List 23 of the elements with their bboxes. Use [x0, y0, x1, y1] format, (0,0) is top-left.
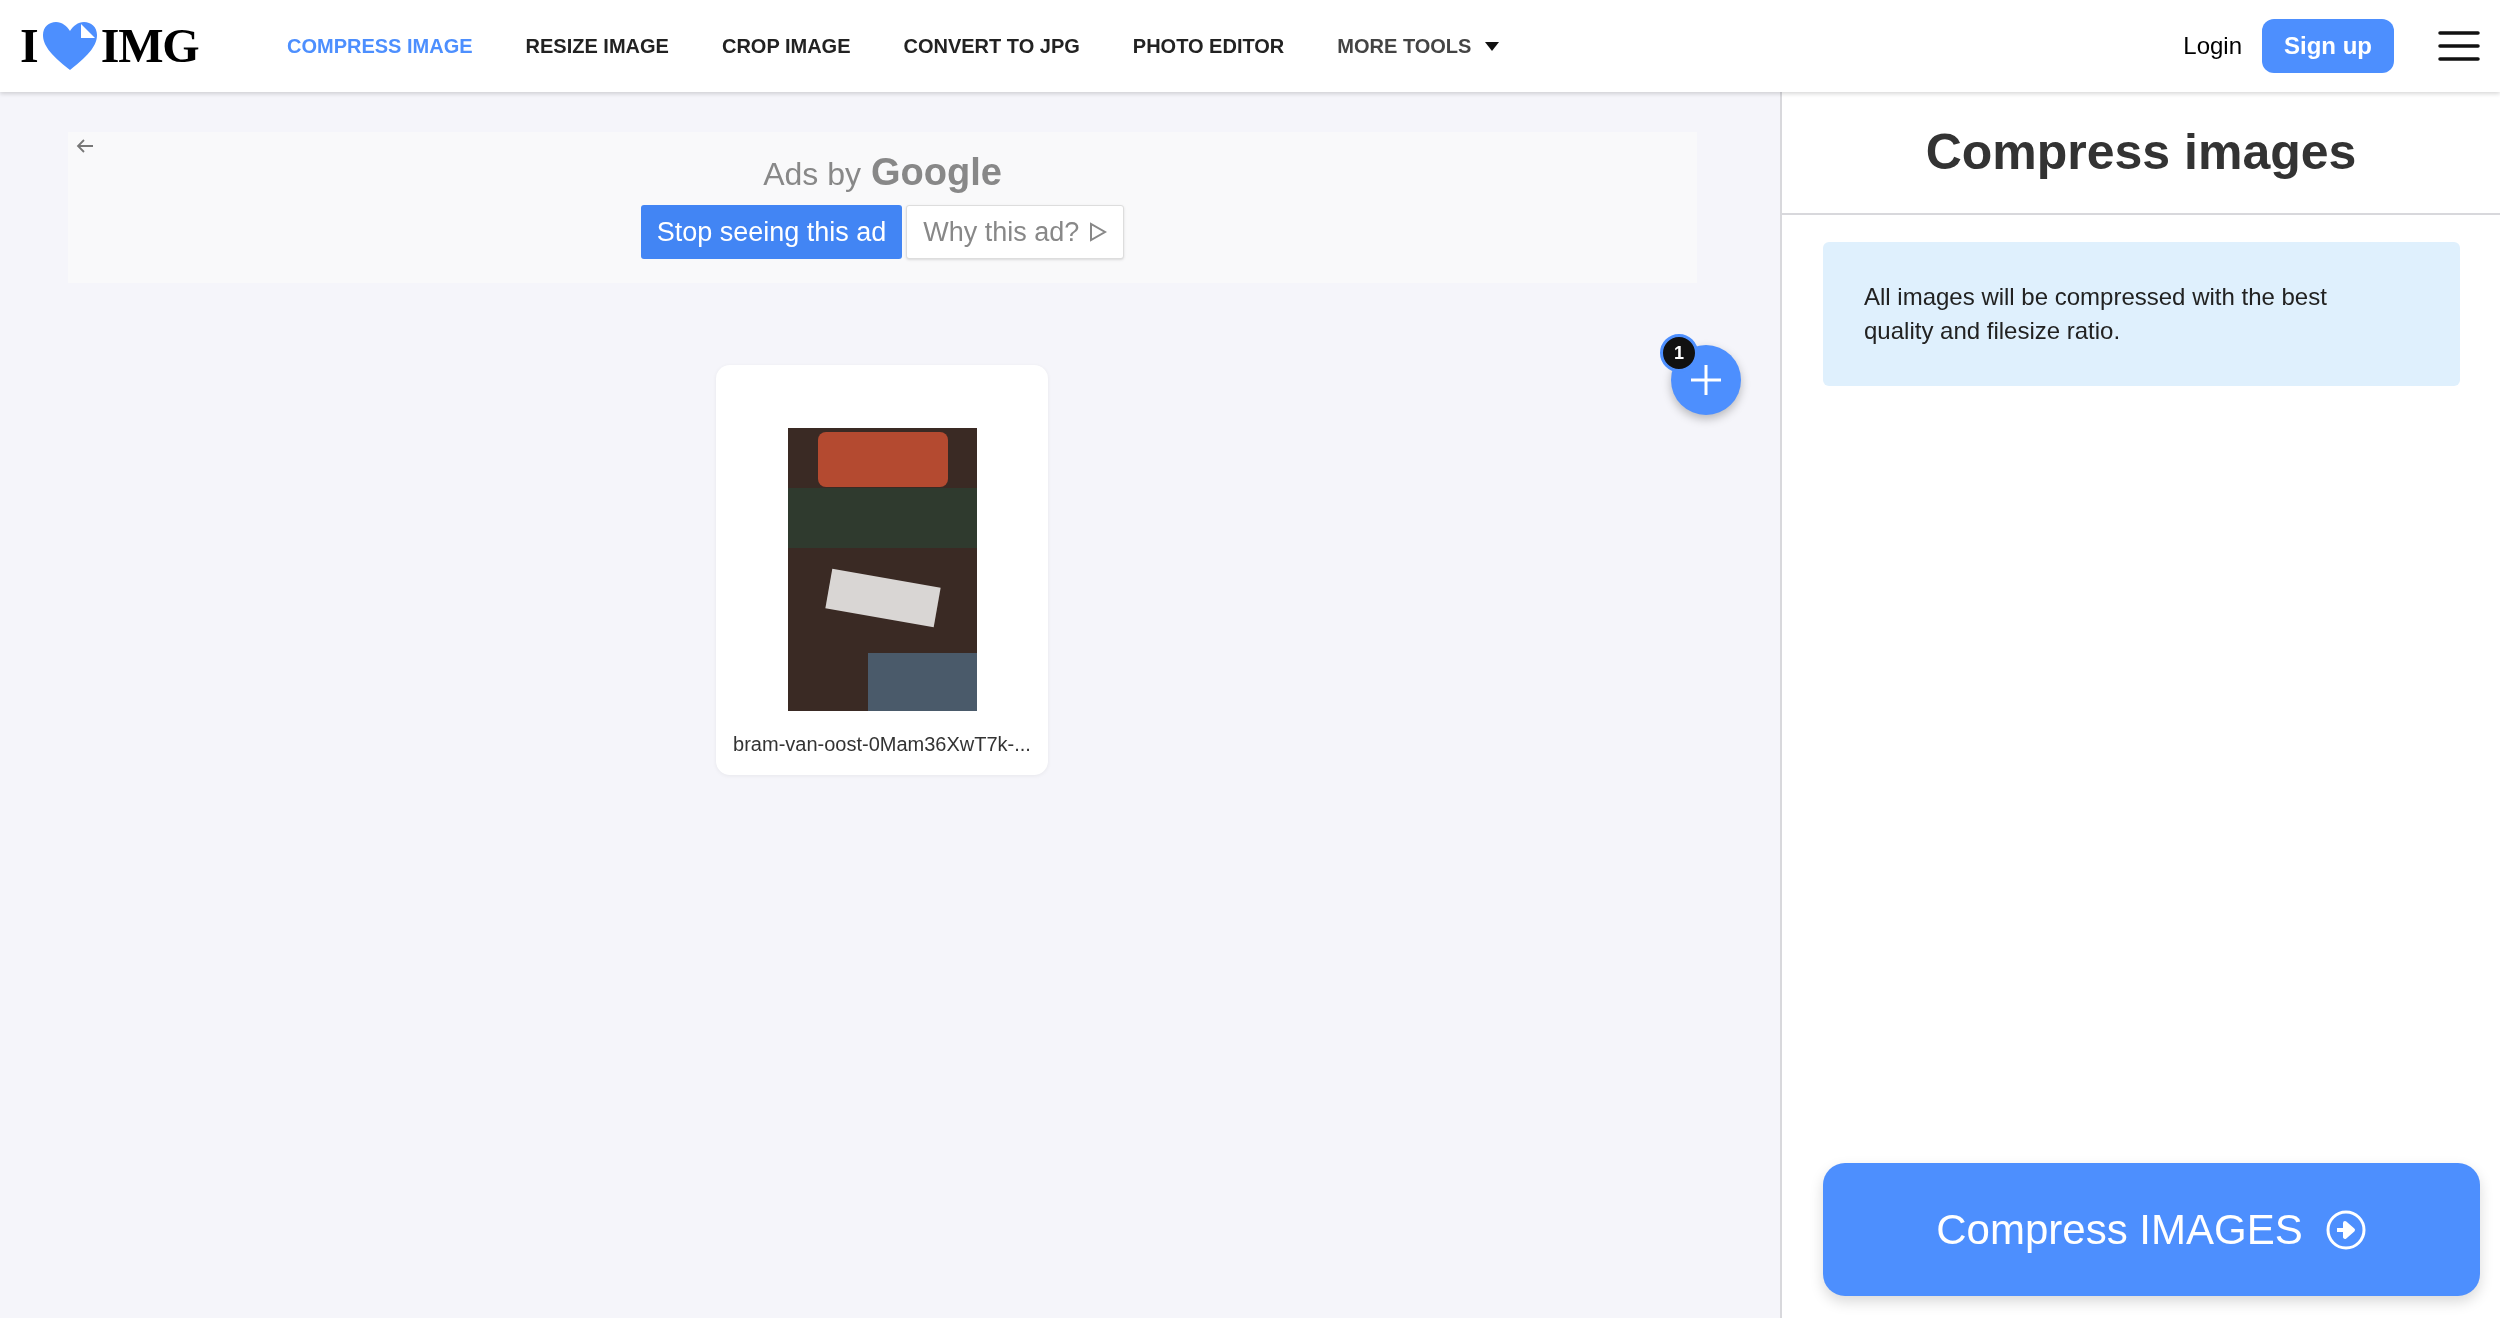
file-count-badge: 1 [1660, 334, 1698, 372]
nav-link[interactable]: CONVERT TO JPG [903, 31, 1080, 61]
info-message: All images will be compressed with the best quality and filesize ratio. [1823, 242, 2460, 386]
file-card[interactable]: bram-van-oost-0Mam36XwT7k-... [716, 365, 1048, 775]
plus-icon [1689, 363, 1723, 397]
google-label: Google [870, 150, 1002, 195]
nav-link[interactable]: RESIZE IMAGE [525, 31, 669, 61]
why-this-ad-button[interactable]: Why this ad? [906, 205, 1125, 259]
nav-link[interactable]: MORE TOOLS [1337, 31, 1500, 61]
logo-letter: I [20, 22, 39, 70]
panel-title: Compress images [1925, 123, 2357, 182]
logo-text: IMG [100, 22, 199, 70]
nav-link[interactable]: CROP IMAGE [721, 31, 851, 61]
play-icon [1089, 222, 1108, 242]
login-link[interactable]: Login [2183, 28, 2242, 64]
menu-icon[interactable] [2438, 30, 2480, 62]
back-arrow-icon[interactable] [76, 138, 94, 154]
heart-logo-icon [40, 20, 99, 72]
file-name: bram-van-oost-0Mam36XwT7k-... [733, 732, 1031, 757]
arrow-circle-icon [2324, 1208, 2367, 1251]
nav-link[interactable]: PHOTO EDITOR [1132, 31, 1285, 61]
ads-by-label: Ads by [763, 155, 861, 194]
stop-seeing-ad-button[interactable]: Stop seeing this ad [640, 205, 903, 259]
